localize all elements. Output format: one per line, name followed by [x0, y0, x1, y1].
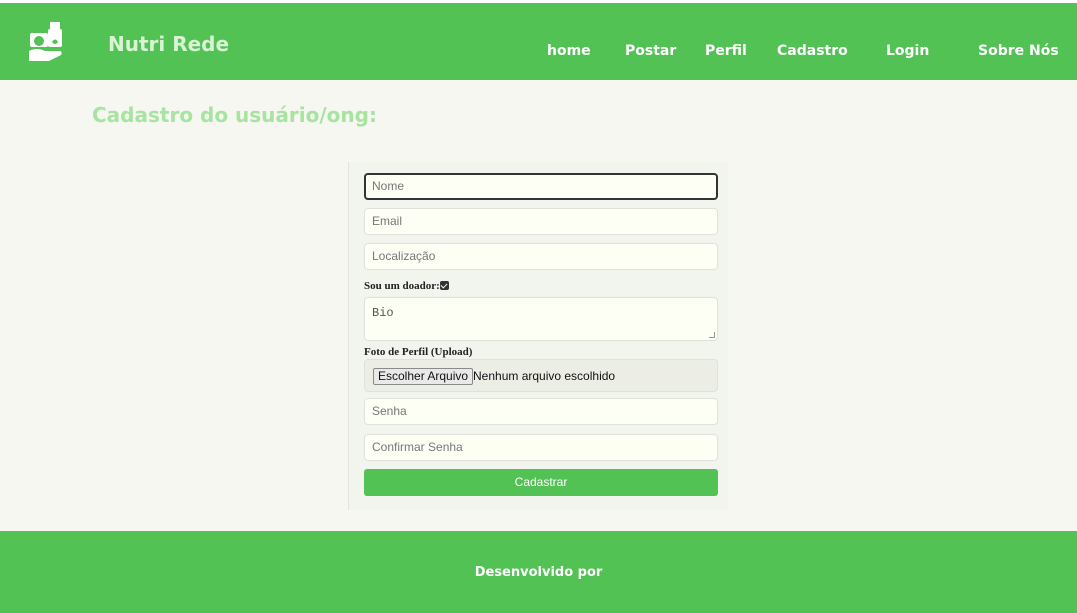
localizacao-input[interactable]: Localização	[364, 243, 718, 270]
nome-input[interactable]: Nome	[364, 173, 718, 200]
hand-holding-groceries-icon[interactable]	[28, 20, 68, 64]
nav-link-perfil[interactable]: Perfil	[705, 43, 747, 59]
bio-placeholder: Bio	[372, 306, 394, 320]
choose-file-button[interactable]: Escolher Arquivo	[373, 368, 474, 385]
file-upload-field: Escolher Arquivo Nenhum arquivo escolhid…	[364, 359, 718, 392]
file-status-text: Nenhum arquivo escolhido	[473, 369, 616, 383]
doador-label: Sou um doador:	[364, 280, 440, 292]
bio-textarea[interactable]: Bio	[364, 297, 718, 341]
brand-name[interactable]: Nutri Rede	[108, 32, 229, 56]
nav-link-sobre-nos[interactable]: Sobre Nós	[978, 43, 1059, 59]
email-input[interactable]: Email	[364, 208, 718, 235]
nav-link-cadastro[interactable]: Cadastro	[777, 43, 848, 59]
nav-link-home[interactable]: home	[547, 43, 591, 59]
page-title: Cadastro do usuário/ong:	[92, 103, 377, 127]
footer-text: Desenvolvido por	[474, 565, 603, 580]
navbar: Nutri Rede home Postar Perfil Cadastro L…	[0, 3, 1077, 80]
footer: Desenvolvido por	[0, 531, 1077, 613]
resize-grip-icon[interactable]	[709, 332, 715, 338]
nav-link-login[interactable]: Login	[886, 43, 929, 59]
confirmar-senha-input[interactable]: Confirmar Senha	[364, 434, 718, 461]
foto-perfil-label: Foto de Perfil (Upload)	[364, 346, 473, 358]
senha-input[interactable]: Senha	[364, 398, 718, 425]
cadastrar-button[interactable]: Cadastrar	[364, 469, 718, 496]
doador-checkbox[interactable]	[440, 281, 449, 290]
nav-link-postar[interactable]: Postar	[625, 43, 676, 59]
